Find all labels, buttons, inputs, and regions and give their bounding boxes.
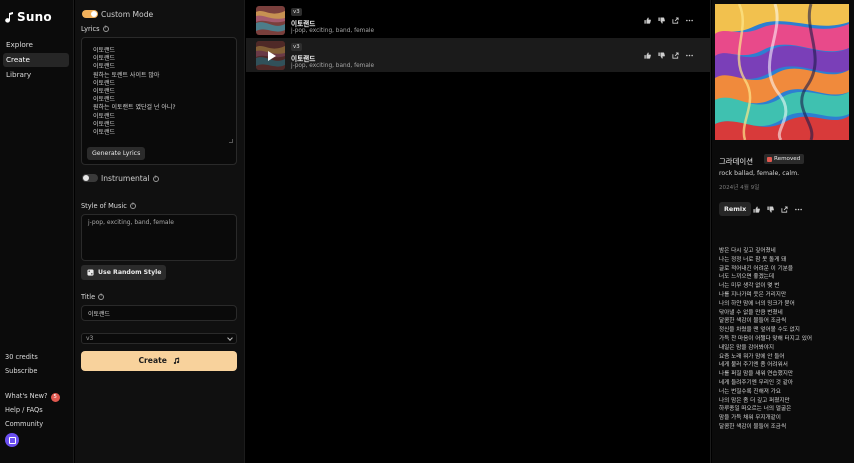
removed-badge: Removed (764, 154, 805, 164)
lyrics-textarea[interactable]: 이토랜드 이토랜드 이토랜드 원하는 토렌트 사이트 많아 이토랜드 이토랜드 … (81, 37, 237, 165)
version-tag: v3 (291, 43, 302, 51)
dice-icon (87, 269, 94, 276)
song-thumbnail[interactable] (256, 41, 285, 70)
thumbs-up-icon[interactable] (753, 206, 760, 213)
lyrics-help-icon[interactable]: ? (102, 26, 109, 32)
share-icon[interactable] (672, 52, 679, 59)
song-row-selected[interactable]: v3 이토랜드 j-pop, exciting, band, female (246, 38, 711, 72)
album-art-image (256, 6, 285, 35)
title-help-icon[interactable]: ? (98, 294, 105, 300)
nav-create[interactable]: Create (3, 53, 69, 67)
song-title[interactable]: 이토랜드 (291, 53, 315, 63)
credits-count: 30 credits (5, 353, 38, 361)
instrumental-label-row: Instrumental ? (101, 174, 159, 183)
song-title[interactable]: 이토랜드 (291, 18, 315, 28)
style-help-icon[interactable]: ? (129, 203, 136, 209)
thumbs-up-icon[interactable] (644, 17, 651, 24)
grid-app-icon[interactable] (5, 433, 19, 447)
style-label: Style of Music (81, 202, 127, 210)
song-actions (644, 17, 693, 24)
instrumental-toggle[interactable] (82, 174, 98, 182)
more-options-icon[interactable] (686, 17, 693, 24)
title-label: Title (81, 293, 96, 301)
song-thumbnail[interactable] (256, 6, 285, 35)
music-note-icon (173, 357, 179, 364)
title-label-row: Title ? (81, 293, 105, 301)
detail-lyrics: 밤은 다시 깊고 깊어졌네 나는 정정 너로 참 못 돌게 돼 글로 적어내긴 … (719, 248, 813, 430)
share-icon[interactable] (672, 17, 679, 24)
play-icon[interactable] (256, 41, 285, 70)
resize-handle[interactable] (229, 139, 233, 143)
lyrics-text: 이토랜드 이토랜드 이토랜드 원하는 토렌트 사이트 많아 이토랜드 이토랜드 … (93, 47, 176, 137)
song-tags: j-pop, exciting, band, female (291, 28, 375, 34)
style-textarea[interactable]: j-pop, exciting, band, female (81, 214, 237, 261)
subscribe-link[interactable]: Subscribe (5, 367, 37, 375)
instrumental-label: Instrumental (101, 174, 150, 183)
lyrics-label: Lyrics (81, 25, 100, 33)
removed-label: Removed (774, 156, 801, 162)
help-link[interactable]: Help / FAQs (5, 406, 43, 414)
song-row[interactable]: v3 이토랜드 j-pop, exciting, band, female (246, 3, 711, 37)
version-select[interactable]: v3 (81, 333, 237, 344)
song-actions (644, 52, 693, 59)
nav-explore[interactable]: Explore (3, 38, 69, 52)
version-select-value: v3 (86, 335, 94, 342)
version-tag: v3 (291, 8, 302, 16)
detail-date: 2024년 4월 9일 (719, 185, 760, 191)
thumbs-down-icon[interactable] (658, 52, 665, 59)
whats-new-link[interactable]: What's New? 5 (5, 392, 60, 402)
detail-actions (753, 206, 802, 213)
song-tags: j-pop, exciting, band, female (291, 63, 375, 69)
instrumental-help-icon[interactable]: ? (152, 175, 159, 182)
whats-new-label: What's New? (5, 392, 48, 400)
whats-new-badge: 5 (50, 393, 60, 402)
more-options-icon[interactable] (686, 52, 693, 59)
suno-logo[interactable]: Suno (5, 10, 52, 24)
thumbs-down-icon[interactable] (767, 206, 774, 213)
app-name: Suno (17, 10, 52, 24)
trash-icon (767, 156, 772, 162)
detail-song-title: 그라데이션 (719, 157, 753, 166)
detail-tags: rock ballad, female, calm. (719, 170, 800, 177)
more-options-icon[interactable] (795, 206, 802, 213)
custom-mode-label: Custom Mode (101, 10, 154, 19)
style-label-row: Style of Music ? (81, 202, 136, 210)
random-style-label: Use Random Style (98, 269, 162, 276)
lyrics-label-row: Lyrics ? (81, 25, 109, 33)
chevron-down-icon (227, 335, 233, 341)
title-input[interactable]: 이토랜드 (81, 305, 237, 321)
music-note-icon (5, 11, 13, 23)
create-button-label: Create (138, 356, 167, 365)
create-button[interactable]: Create (81, 351, 237, 371)
share-icon[interactable] (781, 206, 788, 213)
nav-library[interactable]: Library (3, 68, 69, 82)
community-link[interactable]: Community (5, 420, 43, 428)
remix-button[interactable]: Remix (719, 202, 752, 216)
custom-mode-toggle[interactable] (82, 10, 98, 18)
generate-lyrics-button[interactable]: Generate Lyrics (87, 147, 146, 160)
left-nav: Suno Explore Create Library 30 credits S… (0, 0, 74, 463)
random-style-button[interactable]: Use Random Style (81, 265, 167, 280)
thumbs-down-icon[interactable] (658, 17, 665, 24)
cover-art-image (715, 4, 849, 140)
thumbs-up-icon[interactable] (644, 52, 651, 59)
